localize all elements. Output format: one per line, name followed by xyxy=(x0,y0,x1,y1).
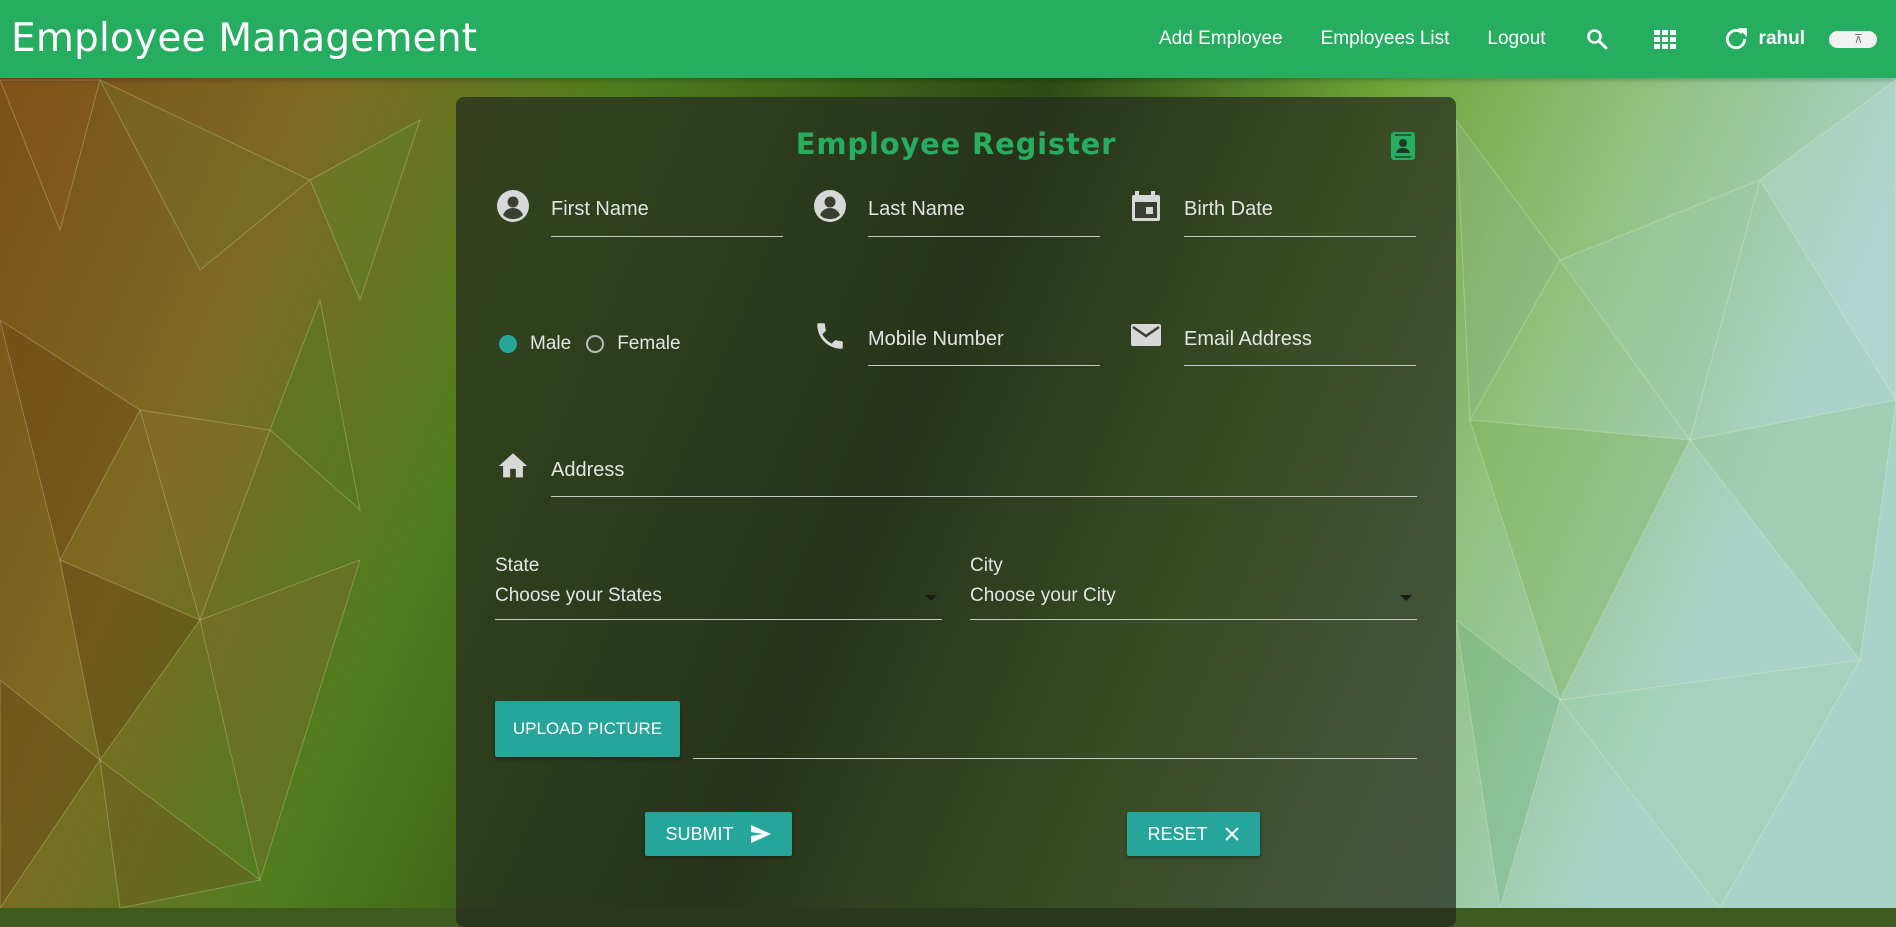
username-label: rahul xyxy=(1758,28,1805,49)
first-name-label: First Name xyxy=(551,198,649,220)
city-label: City xyxy=(970,555,1003,576)
nav-logout[interactable]: Logout xyxy=(1487,28,1545,50)
upload-file-path-input[interactable] xyxy=(693,758,1417,759)
account-circle-icon xyxy=(813,189,847,223)
last-name-underline xyxy=(868,236,1100,237)
nav-add-employee[interactable]: Add Employee xyxy=(1159,28,1283,50)
birth-date-label: Birth Date xyxy=(1184,198,1273,220)
mobile-number-underline xyxy=(868,365,1100,366)
submit-button[interactable]: Submit xyxy=(645,812,792,856)
mail-icon xyxy=(1129,319,1163,353)
email-address-field[interactable]: Email Address xyxy=(1129,319,1449,379)
state-underline xyxy=(495,619,942,620)
reset-label: Reset xyxy=(1147,823,1208,844)
calendar-icon xyxy=(1129,189,1163,223)
theme-toggle-icon: ⊼ xyxy=(1854,31,1863,46)
app-brand[interactable]: Employee Management xyxy=(11,16,477,61)
address-label: Address xyxy=(551,459,625,481)
refresh-icon[interactable] xyxy=(1723,26,1749,52)
account-circle-icon xyxy=(496,189,530,223)
email-address-label: Email Address xyxy=(1184,328,1312,350)
close-icon xyxy=(1224,826,1240,842)
employee-register-card: Employee Register First Name Last Name B… xyxy=(456,97,1456,927)
birth-date-underline xyxy=(1184,236,1416,237)
last-name-label: Last Name xyxy=(868,198,965,220)
male-label[interactable]: Male xyxy=(530,333,571,355)
contact-card-icon[interactable] xyxy=(1390,131,1416,161)
state-label: State xyxy=(495,555,540,576)
upload-picture-button[interactable]: Upload Picture xyxy=(495,701,680,757)
apps-grid-icon[interactable] xyxy=(1652,26,1678,52)
female-label[interactable]: Female xyxy=(617,333,680,355)
top-navbar: Employee Management Add Employee Employe… xyxy=(0,0,1896,78)
city-select[interactable]: City Choose your City xyxy=(970,555,1418,625)
state-value: Choose your States xyxy=(495,585,662,606)
city-value: Choose your City xyxy=(970,585,1116,606)
address-field[interactable]: Address xyxy=(496,449,1426,509)
search-icon[interactable] xyxy=(1584,26,1610,52)
mobile-number-label: Mobile Number xyxy=(868,328,1004,350)
chevron-down-icon xyxy=(1400,595,1412,601)
city-underline xyxy=(970,619,1417,620)
theme-toggle[interactable]: ⊼ xyxy=(1829,30,1877,48)
gender-radio-group: Male Female xyxy=(499,329,696,359)
nav-employees-list[interactable]: Employees List xyxy=(1321,28,1450,50)
female-radio[interactable] xyxy=(586,335,605,353)
first-name-field[interactable]: First Name xyxy=(496,189,816,249)
submit-label: Submit xyxy=(665,823,734,844)
mobile-number-field[interactable]: Mobile Number xyxy=(813,319,1133,379)
birth-date-field[interactable]: Birth Date xyxy=(1129,189,1449,249)
form-title: Employee Register xyxy=(795,127,1117,161)
reset-button[interactable]: Reset xyxy=(1127,812,1260,856)
last-name-field[interactable]: Last Name xyxy=(813,189,1133,249)
email-address-underline xyxy=(1184,365,1416,366)
male-radio[interactable] xyxy=(499,335,517,353)
send-icon xyxy=(750,824,772,844)
state-select[interactable]: State Choose your States xyxy=(495,555,943,625)
upload-picture-label: Upload Picture xyxy=(512,719,663,738)
first-name-underline xyxy=(551,236,783,237)
home-icon xyxy=(496,449,530,483)
address-underline xyxy=(551,496,1417,497)
navbar-actions: Add Employee Employees List Logout rahul… xyxy=(1159,0,1896,78)
chevron-down-icon xyxy=(925,595,937,601)
phone-icon xyxy=(813,319,847,353)
